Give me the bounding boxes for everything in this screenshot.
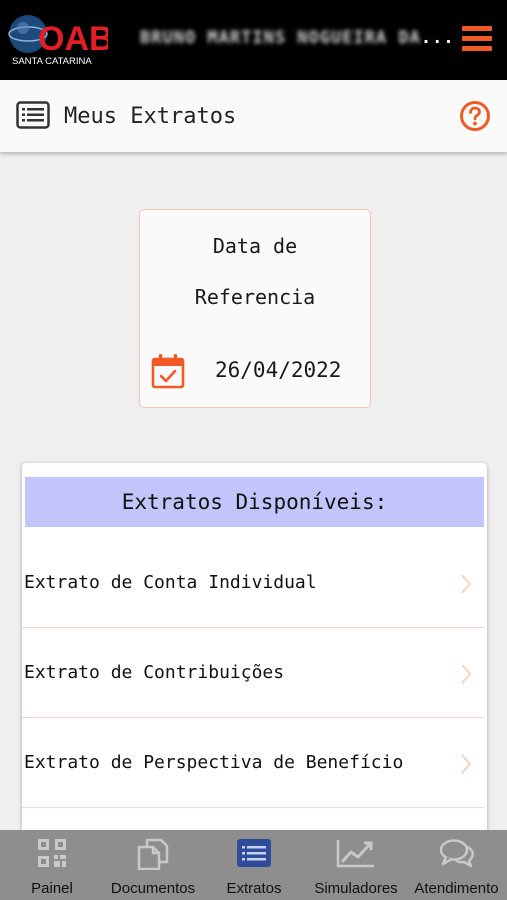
- nav-extratos[interactable]: Extratos: [202, 830, 306, 900]
- list-item-contribuicoes[interactable]: Extrato de Contribuições: [22, 628, 484, 718]
- list-item-label: Extrato de Contribuições: [24, 662, 285, 683]
- list-item-label: Extrato de Perspectiva de Benefício: [24, 752, 404, 773]
- chevron-right-icon: [460, 753, 472, 779]
- list-item-conta-individual[interactable]: Extrato de Conta Individual: [22, 538, 484, 628]
- reference-date-label-line1: Data de: [212, 234, 298, 258]
- user-name-obscured: BRUNO MARTINS NOGUEIRA DA: [140, 28, 421, 48]
- list-icon: [16, 101, 50, 133]
- reference-date-value[interactable]: 26/04/2022: [215, 358, 341, 382]
- list-icon: [236, 838, 272, 872]
- user-name: BRUNO MARTINS NOGUEIRA DA...: [140, 28, 455, 48]
- extratos-list: Extratos Disponíveis: Extrato de Conta I…: [22, 463, 487, 843]
- list-item-label: Extrato de Conta Individual: [24, 572, 317, 593]
- page-header: Meus Extratos: [0, 80, 507, 152]
- nav-atendimento[interactable]: Atendimento: [406, 830, 507, 900]
- user-name-ellipsis: ...: [420, 28, 455, 48]
- help-icon[interactable]: [459, 100, 491, 136]
- nav-painel[interactable]: Painel: [0, 830, 104, 900]
- documents-icon: [135, 838, 171, 874]
- bottom-nav: Painel Documentos Extratos Simuladores A…: [0, 830, 507, 900]
- hamburger-menu-icon[interactable]: [462, 26, 494, 54]
- qr-code-icon: [37, 838, 67, 872]
- nav-simuladores[interactable]: Simuladores: [306, 830, 406, 900]
- svg-text:OAB: OAB: [38, 20, 108, 58]
- nav-label: Documentos: [110, 880, 196, 897]
- chevron-right-icon: [460, 573, 472, 599]
- list-item-perspectiva-beneficio[interactable]: Extrato de Perspectiva de Benefício: [22, 718, 484, 808]
- chevron-right-icon: [460, 663, 472, 689]
- oab-logo: OAB SANTA CATARINA: [8, 12, 114, 68]
- calendar-icon[interactable]: [151, 353, 185, 393]
- extratos-heading: Extratos Disponíveis:: [25, 477, 484, 527]
- nav-label: Painel: [31, 880, 73, 897]
- chat-icon: [439, 838, 475, 872]
- nav-label: Simuladores: [314, 880, 398, 897]
- nav-label: Extratos: [226, 880, 282, 897]
- reference-date-label-line2: Referencia: [194, 285, 316, 309]
- reference-date-card: Data de Referencia 26/04/2022: [139, 209, 371, 408]
- top-bar: OAB SANTA CATARINA BRUNO MARTINS NOGUEIR…: [0, 0, 507, 80]
- nav-label: Atendimento: [414, 880, 499, 897]
- chart-icon: [336, 838, 376, 872]
- logo-subtitle: SANTA CATARINA: [12, 56, 92, 67]
- page-title: Meus Extratos: [64, 104, 237, 129]
- nav-documentos[interactable]: Documentos: [104, 830, 202, 900]
